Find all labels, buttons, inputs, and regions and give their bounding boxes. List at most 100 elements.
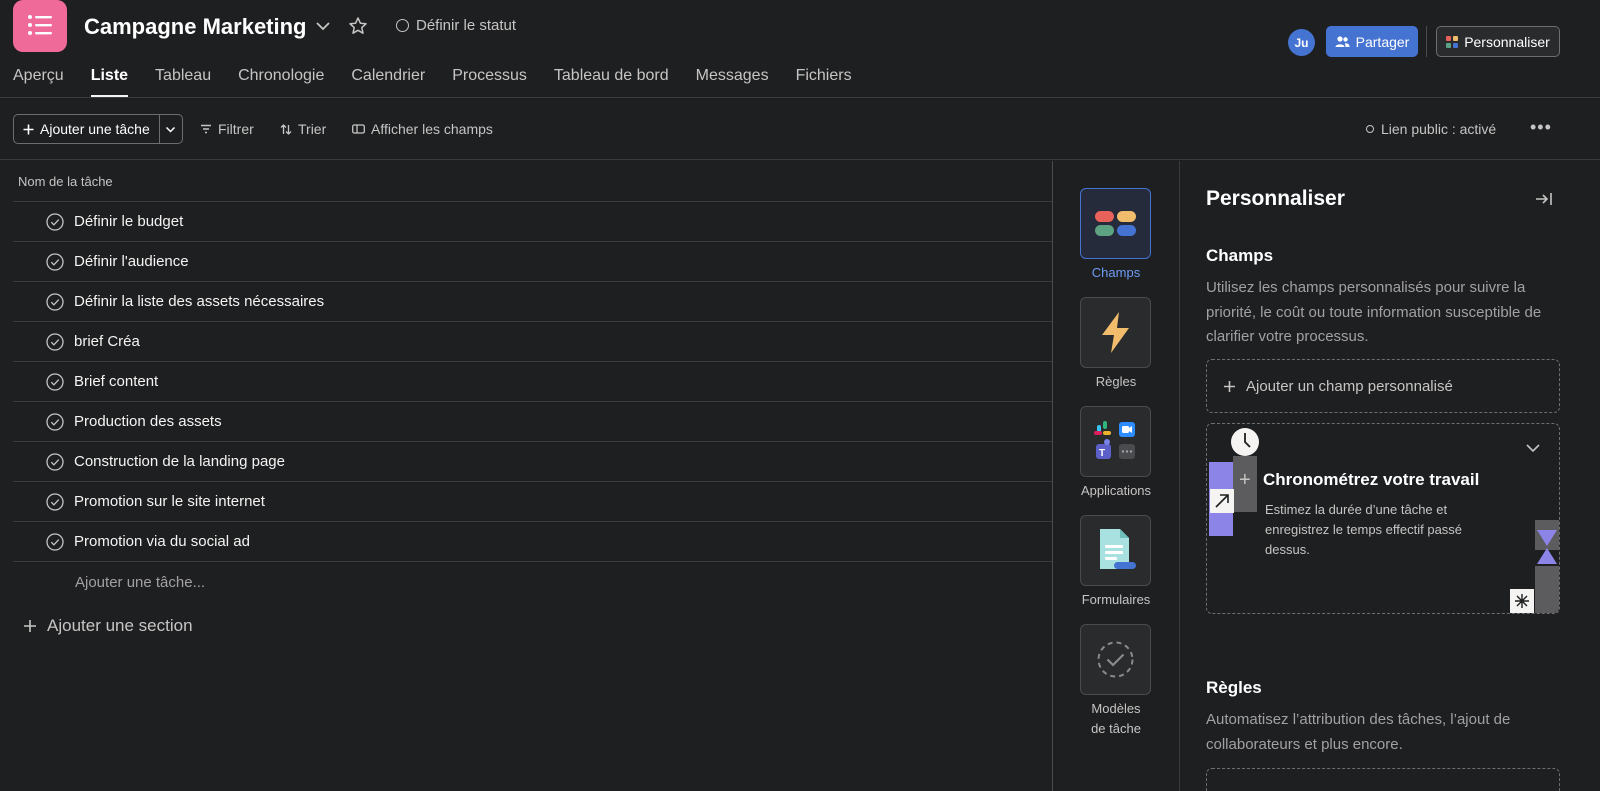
rail-task-templates-button[interactable]	[1080, 624, 1151, 695]
show-fields-label: Afficher les champs	[371, 121, 493, 137]
task-row[interactable]: Construction de la landing page	[13, 442, 1052, 482]
rules-card[interactable]	[1206, 768, 1560, 791]
filter-icon	[201, 124, 211, 134]
panel-title: Personnaliser	[1206, 187, 1345, 210]
fields-toggle-icon	[352, 124, 365, 134]
tab-fichiers[interactable]: Fichiers	[796, 67, 852, 97]
task-name[interactable]: Définir la liste des assets nécessaires	[74, 293, 324, 310]
sort-label: Trier	[298, 121, 327, 137]
task-row[interactable]: Définir la liste des assets nécessaires	[13, 282, 1052, 322]
tab-messages[interactable]: Messages	[696, 67, 769, 97]
status-circle-icon	[396, 19, 409, 32]
chevron-down-icon[interactable]	[1525, 440, 1541, 461]
status-label: Définir le statut	[416, 17, 517, 34]
rail-fields-label: Champs	[1091, 265, 1141, 280]
rail-task-templates-label-line1: Modèles	[1091, 701, 1141, 716]
task-complete-check-icon[interactable]	[46, 492, 64, 511]
project-title[interactable]: Campagne Marketing	[84, 14, 307, 40]
task-row[interactable]: brief Créa	[13, 322, 1052, 362]
task-row[interactable]: Définir l'audience	[13, 242, 1052, 282]
star-icon[interactable]	[348, 16, 368, 41]
rules-section-description: Automatisez l’attribution des tâches, l’…	[1206, 711, 1511, 753]
add-section-label: Ajouter une section	[47, 616, 193, 635]
header-divider	[1426, 26, 1427, 57]
project-header: Campagne Marketing Définir le statut Ju …	[0, 0, 1600, 98]
tab-apercu[interactable]: Aperçu	[13, 67, 64, 97]
tab-tableau-de-bord[interactable]: Tableau de bord	[554, 67, 669, 97]
task-name[interactable]: Promotion sur le site internet	[74, 493, 265, 510]
time-tracking-description: Estimez la durée d’une tâche et enregist…	[1265, 502, 1463, 557]
more-options-button[interactable]: •••	[1530, 117, 1552, 138]
task-complete-check-icon[interactable]	[46, 372, 64, 391]
set-status-button[interactable]: Définir le statut	[396, 17, 516, 34]
avatar[interactable]: Ju	[1288, 29, 1315, 56]
add-section-button[interactable]: Ajouter une section	[23, 616, 193, 636]
task-name[interactable]: Définir l'audience	[74, 253, 189, 270]
rail-task-templates-label-line2: de tâche	[1091, 721, 1141, 736]
fields-icon	[1095, 211, 1136, 236]
column-header-task-name[interactable]: Nom de la tâche	[13, 161, 1052, 202]
task-row[interactable]: Promotion via du social ad	[13, 522, 1052, 562]
task-complete-check-icon[interactable]	[46, 292, 64, 311]
plus-icon	[24, 620, 36, 632]
filter-button[interactable]: Filtrer	[200, 121, 254, 137]
customize-label: Personnaliser	[1464, 33, 1550, 50]
task-row[interactable]: Brief content	[13, 362, 1052, 402]
task-complete-check-icon[interactable]	[46, 332, 64, 351]
tab-chronologie[interactable]: Chronologie	[238, 67, 324, 97]
rules-section-title: Règles	[1206, 678, 1262, 697]
public-link-button[interactable]: Lien public : activé	[1366, 121, 1496, 137]
task-complete-check-icon[interactable]	[46, 452, 64, 471]
add-task-button[interactable]: Ajouter une tâche	[14, 115, 160, 143]
task-complete-check-icon[interactable]	[46, 532, 64, 551]
task-name[interactable]: Promotion via du social ad	[74, 533, 250, 550]
project-tabs: Aperçu Liste Tableau Chronologie Calendr…	[13, 67, 879, 97]
add-task-label: Ajouter une tâche	[40, 121, 150, 137]
customize-button[interactable]: Personnaliser	[1436, 26, 1560, 57]
fields-section-description: Utilisez les champs personnalisés pour s…	[1206, 279, 1542, 345]
fields-section-title: Champs	[1206, 246, 1274, 265]
task-template-icon	[1097, 641, 1134, 678]
lightning-icon	[1102, 312, 1129, 353]
sort-button[interactable]: Trier	[280, 121, 326, 137]
users-icon	[1335, 36, 1350, 47]
plus-icon: +	[1239, 469, 1251, 491]
task-name[interactable]: Définir le budget	[74, 213, 183, 230]
time-tracking-card[interactable]: + Chronométrez votre travail Estimez la …	[1206, 423, 1560, 614]
sort-icon	[280, 123, 292, 135]
rail-forms-button[interactable]	[1080, 515, 1151, 586]
tab-calendrier[interactable]: Calendrier	[351, 67, 425, 97]
add-task-inline[interactable]: Ajouter une tâche...	[13, 562, 1052, 602]
task-name[interactable]: Construction de la landing page	[74, 453, 285, 470]
task-complete-check-icon[interactable]	[46, 212, 64, 231]
add-task-dropdown[interactable]	[160, 115, 182, 143]
show-fields-button[interactable]: Afficher les champs	[352, 121, 493, 137]
filter-label: Filtrer	[218, 121, 254, 137]
task-complete-check-icon[interactable]	[46, 412, 64, 431]
time-tracking-title-text: Chronométrez votre travail	[1263, 470, 1480, 489]
tab-liste[interactable]: Liste	[90, 67, 129, 97]
add-custom-field-button[interactable]: Ajouter un champ personnalisé	[1206, 359, 1560, 413]
list-toolbar: Ajouter une tâche Filtrer Trier Afficher…	[0, 98, 1600, 160]
task-name[interactable]: Production des assets	[74, 413, 222, 430]
task-name[interactable]: brief Créa	[74, 333, 140, 350]
task-complete-check-icon[interactable]	[46, 252, 64, 271]
chevron-down-icon[interactable]	[314, 17, 332, 40]
add-task-split-button: Ajouter une tâche	[13, 114, 183, 144]
collapse-panel-icon[interactable]	[1535, 190, 1553, 213]
public-link-dot-icon	[1366, 125, 1374, 133]
share-button[interactable]: Partager	[1326, 26, 1418, 57]
task-row[interactable]: Production des assets	[13, 402, 1052, 442]
task-row[interactable]: Promotion sur le site internet	[13, 482, 1052, 522]
project-list-icon[interactable]	[13, 0, 67, 52]
rail-fields-button[interactable]	[1080, 188, 1151, 259]
chevron-down-icon	[166, 126, 176, 133]
task-row[interactable]: Définir le budget	[13, 202, 1052, 242]
form-icon	[1100, 529, 1136, 569]
tab-processus[interactable]: Processus	[452, 67, 527, 97]
tab-tableau[interactable]: Tableau	[155, 67, 211, 97]
rail-apps-button[interactable]: T	[1080, 406, 1151, 477]
public-link-label: Lien public : activé	[1381, 121, 1497, 137]
rail-rules-button[interactable]	[1080, 297, 1151, 368]
task-name[interactable]: Brief content	[74, 373, 158, 390]
